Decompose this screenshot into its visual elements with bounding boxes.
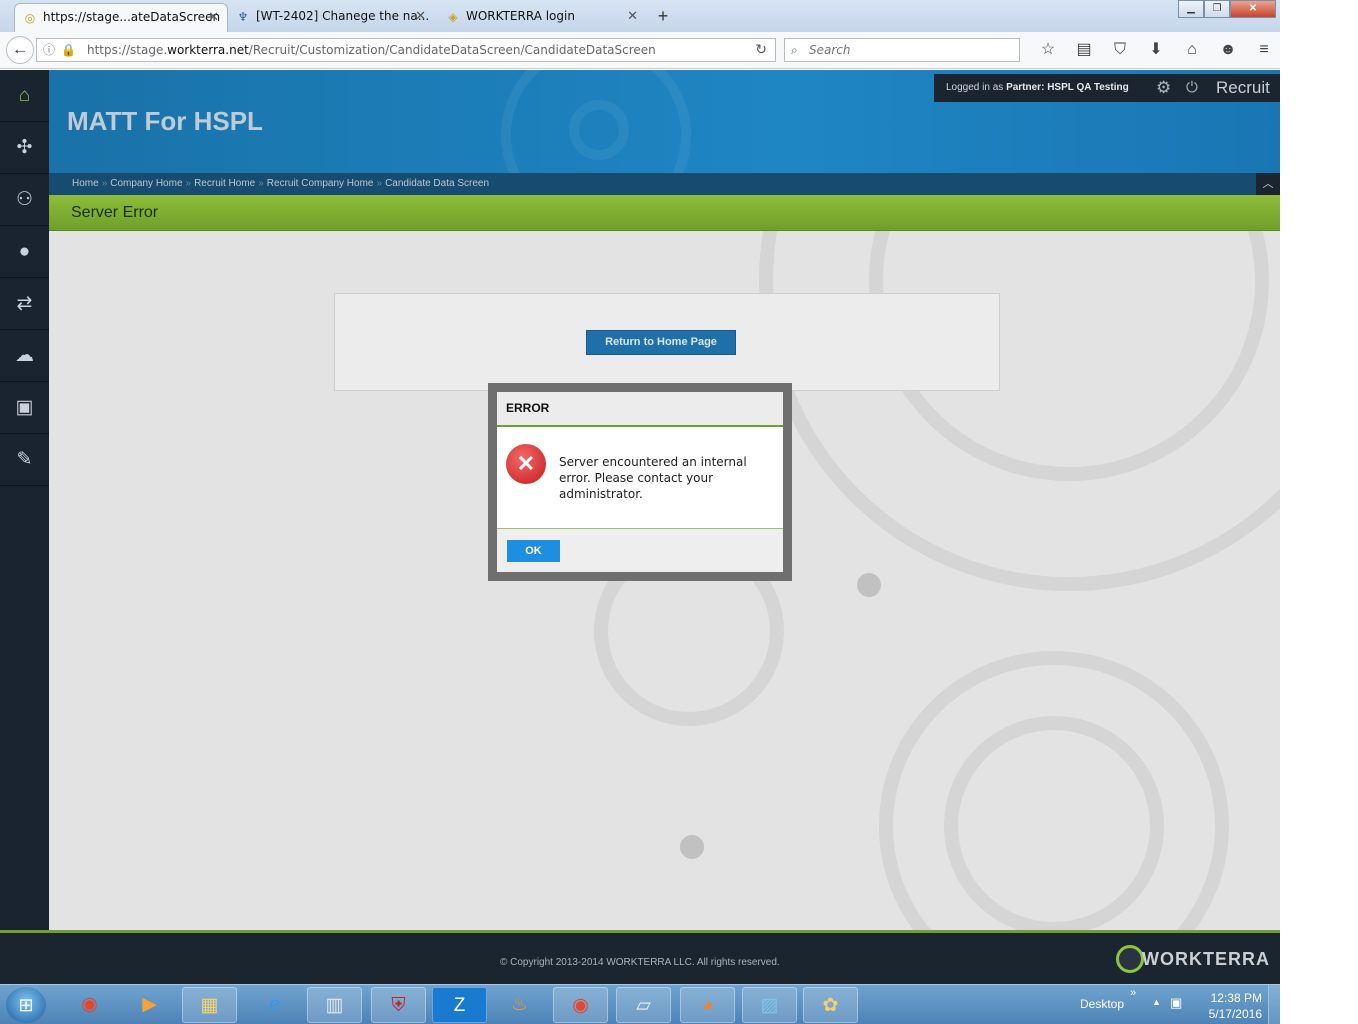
firefox-icon[interactable]: ◕	[680, 987, 735, 1023]
paint-icon[interactable]: ✿	[803, 987, 858, 1023]
network-icon[interactable]: ▣	[1170, 995, 1182, 1011]
mcafee-icon[interactable]: ⛨	[371, 987, 426, 1023]
dialog-title: ERROR	[497, 392, 783, 427]
notepad-icon[interactable]: ▱	[616, 987, 671, 1023]
show-hidden-icons-icon[interactable]: ▲	[1152, 997, 1161, 1007]
expand-toolbar-icon[interactable]: »	[1130, 987, 1136, 999]
media-player-icon[interactable]: ▶	[122, 987, 177, 1023]
error-icon: ✕	[506, 444, 546, 484]
desktop-toolbar-label[interactable]: Desktop	[1080, 997, 1124, 1011]
dialog-message: Server encountered an internal error. Pl…	[559, 455, 747, 501]
flame-app-icon[interactable]: ♨	[492, 987, 547, 1023]
clock-date: 5/17/2016	[1208, 1007, 1262, 1021]
clock[interactable]: 12:38 PM 5/17/2016	[1204, 990, 1262, 1022]
clock-time: 12:38 PM	[1210, 991, 1262, 1005]
system-tray: Desktop » ▲ ▣ 12:38 PM 5/17/2016	[1070, 985, 1280, 1024]
archive-icon[interactable]: ▥	[307, 987, 362, 1023]
modal-overlay: ERROR ✕ Server encountered an internal e…	[0, 0, 1280, 984]
chrome-icon[interactable]: ◉	[553, 987, 608, 1023]
internet-explorer-icon[interactable]: ℯ	[247, 987, 302, 1023]
error-dialog-frame: ERROR ✕ Server encountered an internal e…	[488, 383, 792, 581]
zoom-z-icon[interactable]: Z	[432, 987, 487, 1023]
file-explorer-icon[interactable]: ▦	[182, 987, 237, 1023]
error-dialog: ERROR ✕ Server encountered an internal e…	[497, 392, 783, 572]
photo-viewer-icon[interactable]: ▨	[742, 987, 797, 1023]
show-desktop-button[interactable]	[1268, 985, 1280, 1024]
dialog-footer: OK	[497, 529, 783, 572]
windows-taskbar: ⊞ ◉ ▶ ▦ ℯ ▥ ⛨ Z ♨ ◉ ▱ ◕ ▨ ✿ Desktop » ▲ …	[0, 984, 1280, 1024]
start-button[interactable]: ⊞	[6, 987, 46, 1023]
ok-button[interactable]: OK	[507, 540, 560, 562]
dialog-body: ✕ Server encountered an internal error. …	[497, 427, 783, 529]
chrome-icon[interactable]: ◉	[62, 987, 117, 1023]
